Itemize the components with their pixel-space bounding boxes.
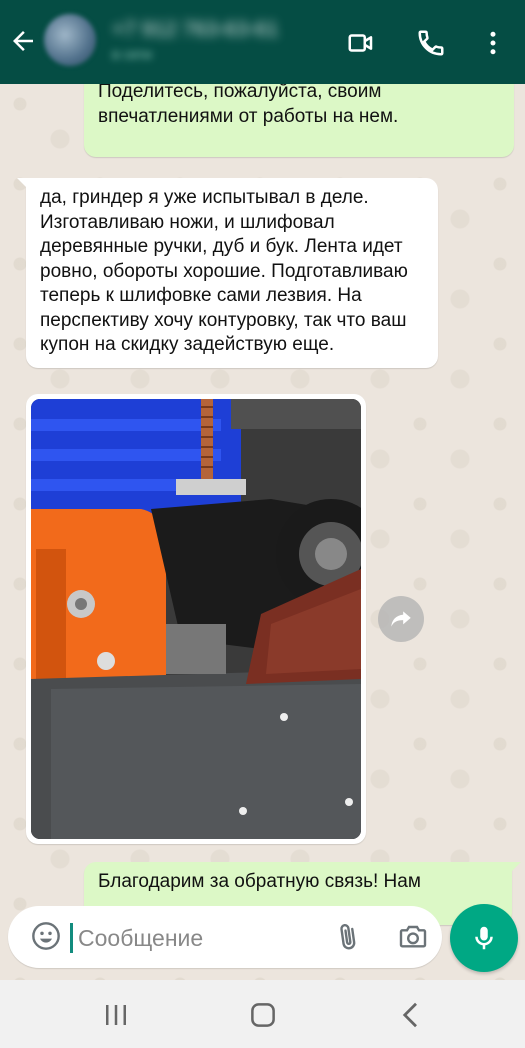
message-input[interactable]: [76, 916, 330, 960]
recents-icon[interactable]: [101, 1000, 131, 1030]
text-cursor: [70, 923, 73, 953]
more-vert-icon[interactable]: [478, 28, 508, 58]
camera-icon[interactable]: [396, 921, 430, 953]
system-nav-bar: [0, 980, 525, 1048]
image-message[interactable]: [26, 394, 366, 844]
home-icon[interactable]: [248, 1000, 278, 1030]
message-text: Поделитесь, пожалуйста, своим впечатлени…: [98, 81, 399, 127]
contact-name[interactable]: +7 912 763-63-61: [112, 18, 278, 42]
back-icon[interactable]: [396, 1000, 426, 1030]
message-incoming[interactable]: да, гриндер я уже испытывал в деле. Изго…: [17, 178, 438, 368]
forward-icon: [391, 611, 411, 627]
forward-button[interactable]: [378, 596, 424, 642]
phone-icon[interactable]: [416, 28, 446, 58]
paperclip-icon[interactable]: [332, 920, 364, 954]
contact-status: в сети: [112, 46, 152, 62]
arrow-left-icon[interactable]: [8, 26, 38, 56]
video-call-icon[interactable]: [346, 28, 376, 58]
message-text: Благодарим за обратную связь! Нам: [98, 871, 421, 892]
composer: [8, 906, 442, 968]
message-text: да, гриндер я уже испытывал в деле. Изго…: [40, 187, 408, 355]
mic-icon: [475, 926, 493, 950]
chat-header: +7 912 763-63-61 в сети: [0, 0, 525, 84]
message-photo[interactable]: [31, 399, 361, 839]
avatar[interactable]: [44, 14, 96, 66]
emoji-icon[interactable]: [30, 920, 62, 952]
mic-button[interactable]: [450, 904, 518, 972]
